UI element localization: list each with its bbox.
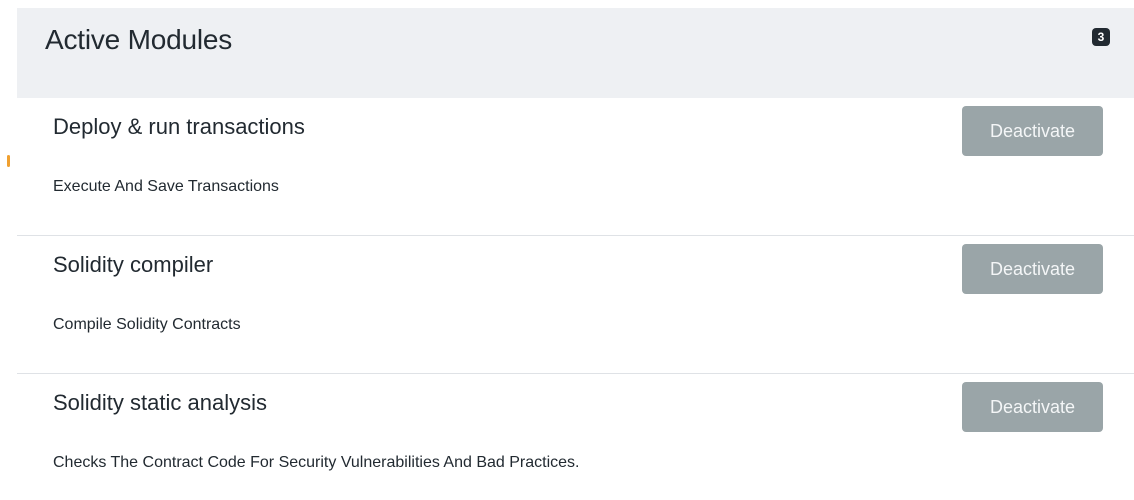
- section-title: Active Modules: [45, 24, 233, 55]
- module-description: Execute And Save Transactions: [53, 178, 279, 195]
- module-item-deploy-run-transactions: Deploy & run transactions Deactivate Exe…: [17, 98, 1134, 236]
- module-name: Solidity compiler: [53, 252, 214, 277]
- module-count-badge: 3: [1092, 28, 1110, 46]
- active-indicator: [7, 155, 10, 167]
- deactivate-button[interactable]: Deactivate: [962, 106, 1103, 156]
- plugin-manager-panel: Active Modules 3 Deploy & run transactio…: [0, 0, 1134, 500]
- module-name: Deploy & run transactions: [53, 114, 305, 139]
- module-name: Solidity static analysis: [53, 390, 267, 415]
- module-description: Compile Solidity Contracts: [53, 316, 241, 333]
- active-modules-header[interactable]: Active Modules 3: [17, 8, 1134, 98]
- module-item-solidity-static-analysis: Solidity static analysis Deactivate Chec…: [17, 374, 1134, 500]
- deactivate-button[interactable]: Deactivate: [962, 244, 1103, 294]
- module-list: Deploy & run transactions Deactivate Exe…: [17, 98, 1134, 500]
- module-item-solidity-compiler: Solidity compiler Deactivate Compile Sol…: [17, 236, 1134, 374]
- deactivate-button[interactable]: Deactivate: [962, 382, 1103, 432]
- module-description: Checks The Contract Code For Security Vu…: [53, 454, 580, 471]
